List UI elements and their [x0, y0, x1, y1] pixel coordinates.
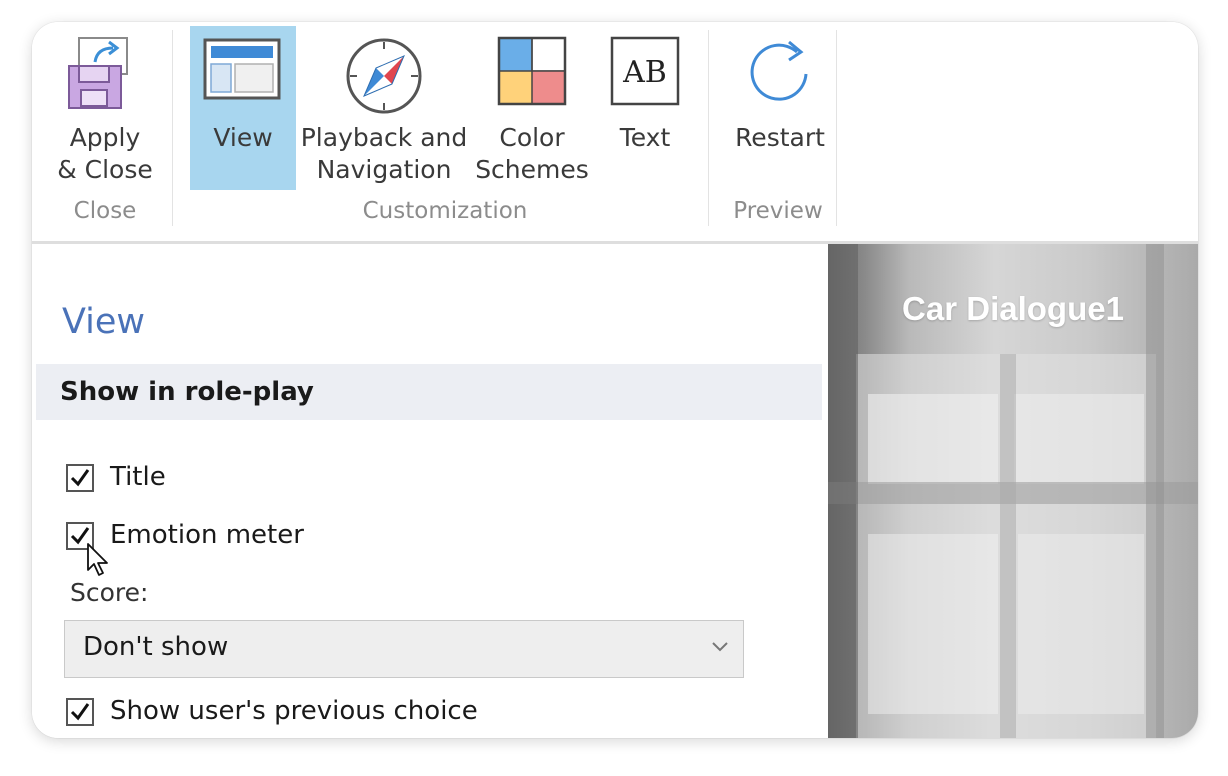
title-checkbox[interactable] [66, 464, 94, 492]
group-label-customization: Customization [362, 198, 528, 224]
apply-close-icon [62, 36, 148, 116]
group-label-preview: Preview [733, 198, 823, 224]
page-title: View [62, 302, 146, 342]
checkmark-icon [70, 469, 90, 487]
restart-label: Restart [735, 123, 825, 152]
ribbon: Apply & Close Close View Playback and Na… [32, 22, 1198, 244]
restart-icon [728, 36, 832, 116]
score-label: Score: [70, 578, 149, 607]
score-dropdown-value: Don't show [83, 632, 229, 662]
group-label-close: Close [73, 198, 137, 224]
text-icon-glyph: AB [622, 55, 667, 90]
text-label: Text [619, 123, 671, 152]
playback-navigation-button[interactable]: Playback and Navigation [300, 26, 468, 190]
view-settings-panel: View Show in role-play Title Emotion met… [32, 244, 828, 738]
text-button[interactable]: AB Text [604, 26, 686, 190]
options-window: Apply & Close Close View Playback and Na… [32, 22, 1198, 738]
apply-close-label: Apply & Close [57, 123, 153, 184]
color-schemes-button[interactable]: Color Schemes [475, 26, 589, 190]
chevron-down-icon [712, 642, 728, 652]
compass-icon [300, 36, 468, 116]
emotion-meter-option-label: Emotion meter [110, 520, 304, 550]
preview-pane: Car Dialogue1 [828, 244, 1198, 738]
score-dropdown[interactable]: Don't show [64, 620, 744, 678]
checkmark-icon [70, 703, 90, 721]
title-option-label: Title [110, 462, 166, 492]
view-layout-icon [190, 36, 296, 116]
group-separator [836, 30, 837, 226]
mouse-cursor-icon [86, 542, 112, 582]
playback-navigation-label: Playback and Navigation [300, 123, 468, 184]
previous-choice-option-label: Show user's previous choice [110, 696, 478, 726]
text-format-icon: AB [604, 36, 686, 116]
color-palette-icon [484, 36, 580, 116]
restart-button[interactable]: Restart [728, 26, 832, 190]
apply-close-button[interactable]: Apply & Close [57, 26, 153, 190]
preview-title: Car Dialogue1 [902, 290, 1124, 327]
color-schemes-label: Color Schemes [475, 123, 589, 184]
section-header-label: Show in role-play [60, 377, 314, 407]
section-header: Show in role-play [36, 364, 822, 420]
previous-choice-checkbox[interactable] [66, 698, 94, 726]
